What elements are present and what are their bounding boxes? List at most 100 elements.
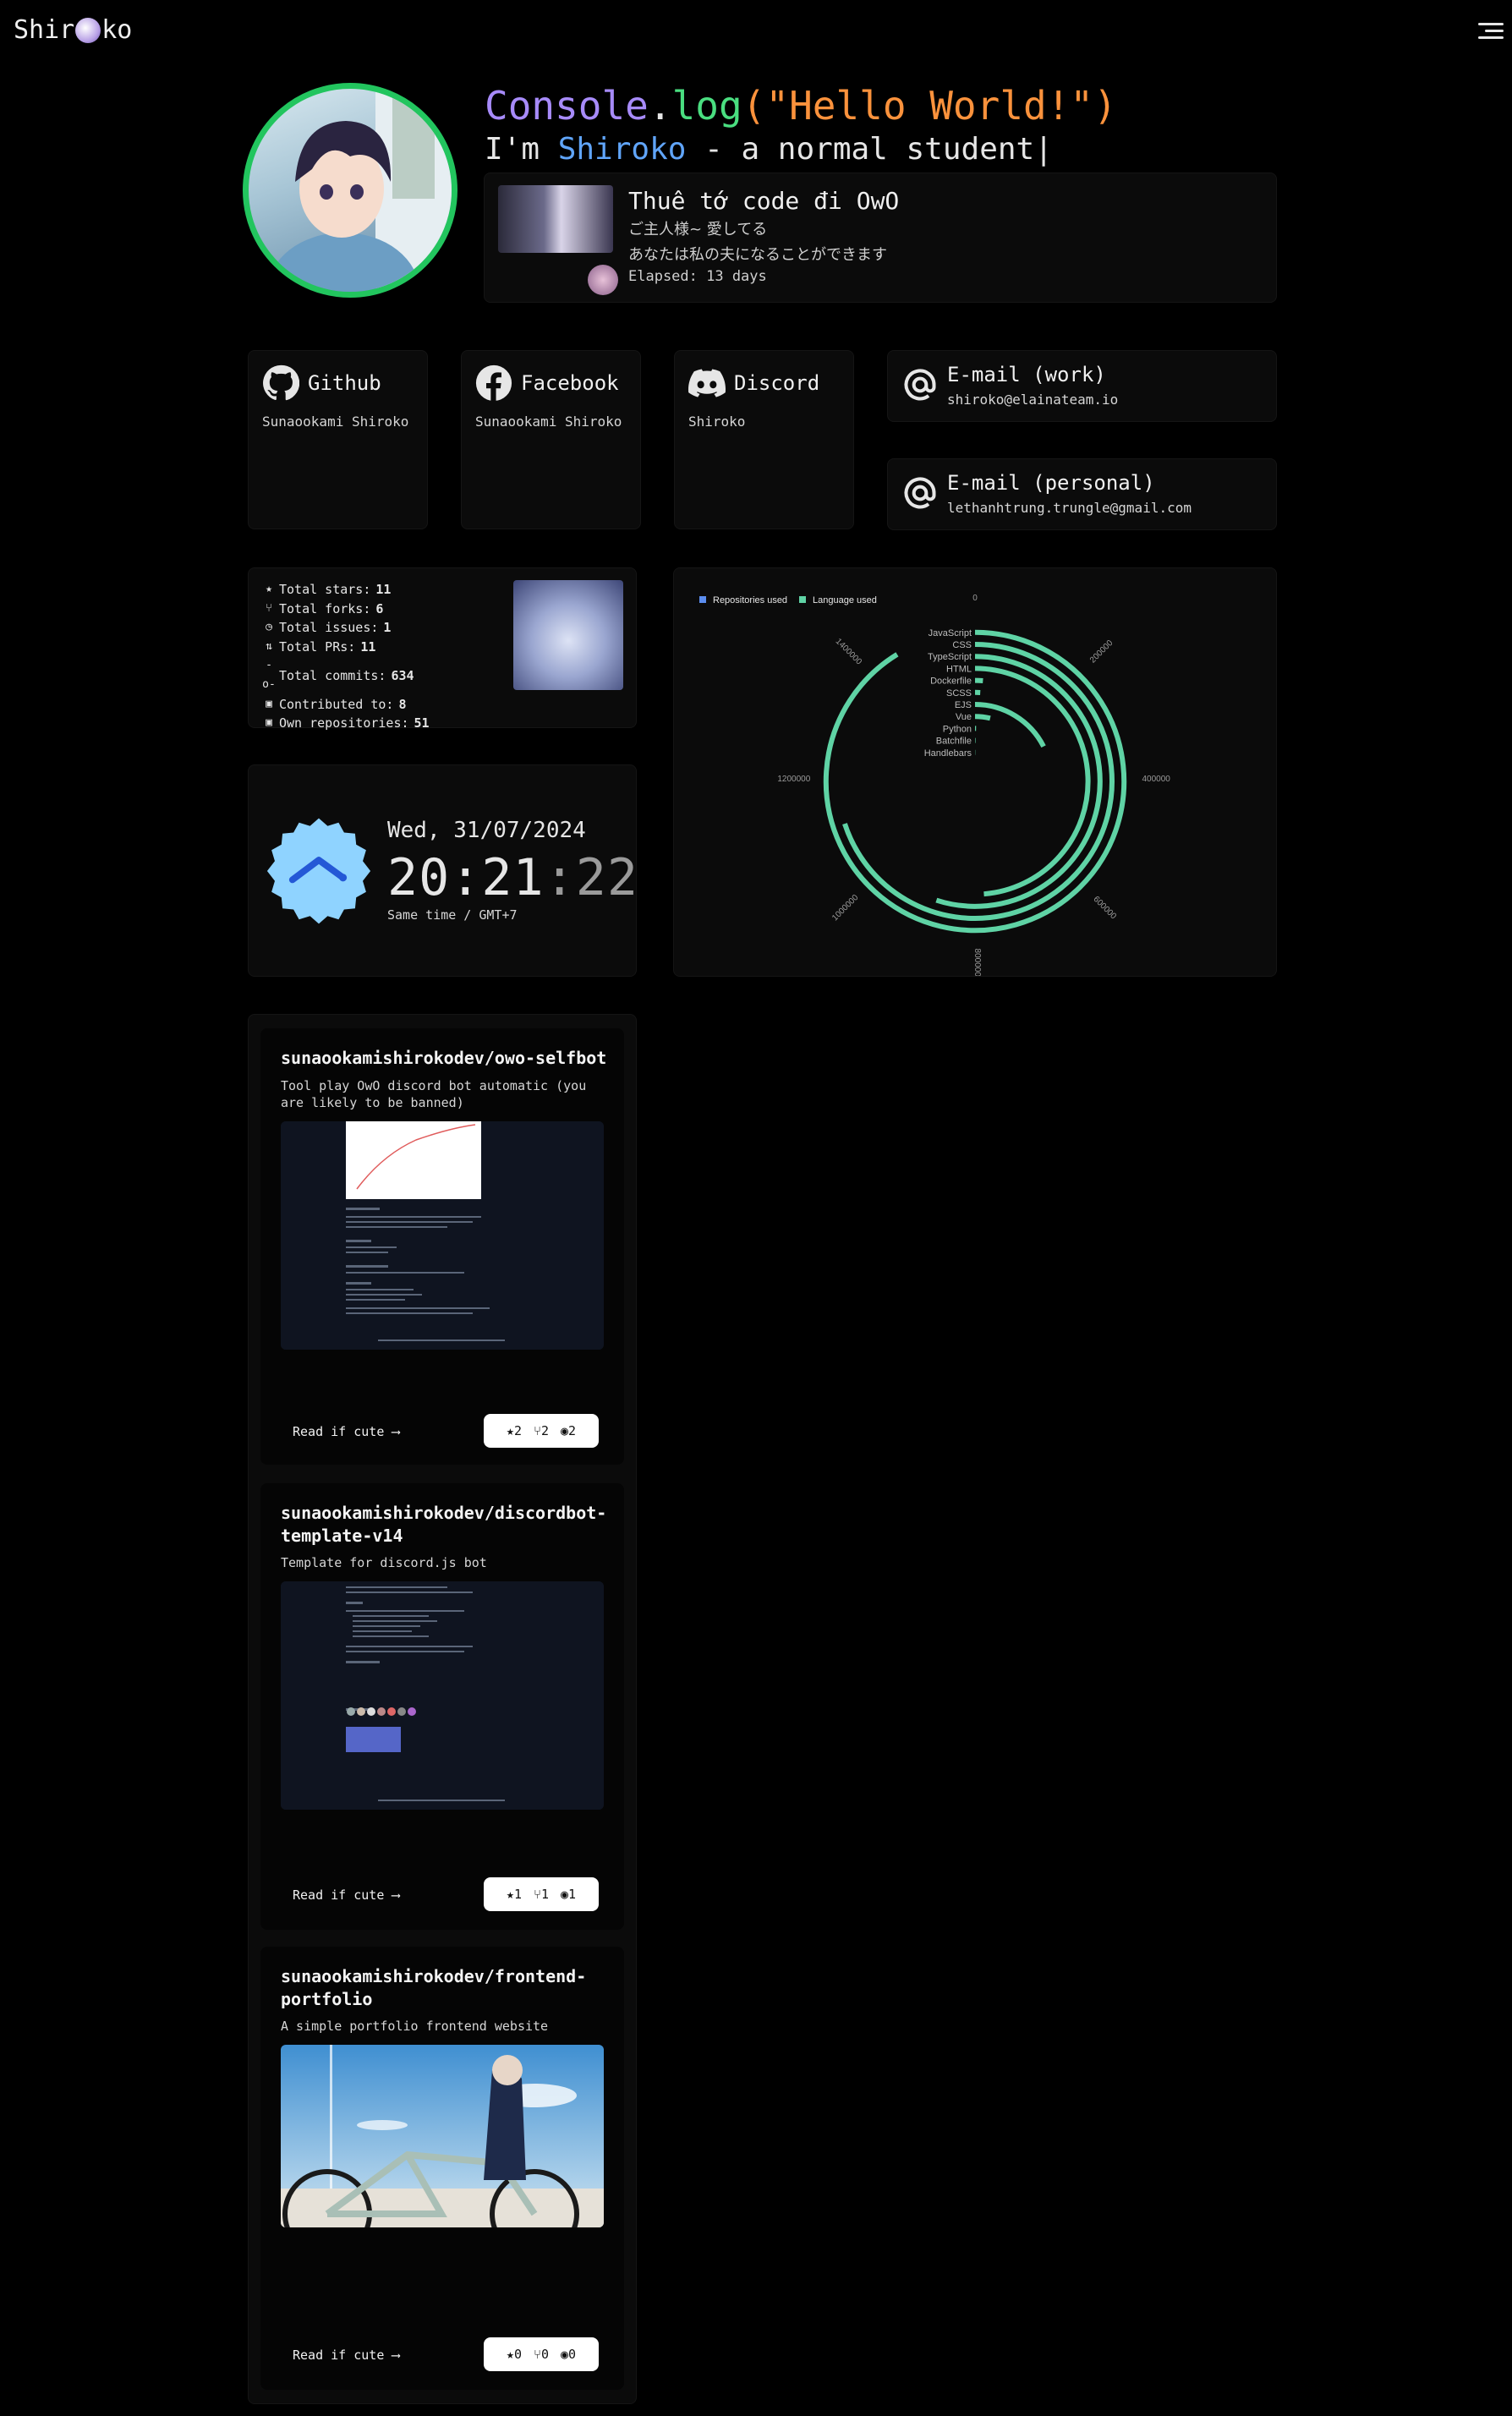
activity-line1: ご主人様~ 愛してる	[628, 221, 768, 238]
stat-value: 11	[375, 582, 392, 597]
menu-icon[interactable]	[1478, 19, 1504, 44]
bar-css	[842, 642, 1115, 921]
stat-commits: -o- Total commits: 634	[262, 656, 430, 694]
activity-title: Thuê tớ code đi OwO	[628, 187, 900, 215]
social-card-github[interactable]: Github Sunaookami Shiroko	[248, 350, 428, 529]
repo-counts: ★0 ⑂0 ◉0	[484, 2337, 599, 2371]
repo-icon: ▣	[266, 716, 272, 730]
profile-avatar	[243, 83, 457, 298]
stat-value: 11	[360, 638, 376, 655]
email-work-address: shiroko@elainateam.io	[947, 392, 1119, 408]
repo-counts: ★2 ⑂2 ◉2	[484, 1414, 599, 1448]
category-label: JavaScript	[929, 628, 972, 638]
repo-stars: 0	[513, 2347, 522, 2362]
email-personal-card[interactable]: E-mail (personal) lethanhtrung.trungle@g…	[887, 458, 1277, 530]
axis-tick-label: 600000	[1092, 895, 1119, 922]
activity-thumbnail	[498, 185, 613, 253]
language-radial-chart: Repositories used Language used 0 200000 4…	[699, 594, 1171, 977]
language-chart-card: Repositories used Language used 0 200000 4…	[673, 567, 1277, 977]
stat-own-repos: ▣ Own repositories: 51	[262, 714, 430, 733]
clock-hours: 20	[387, 848, 451, 907]
category-label: EJS	[955, 700, 972, 710]
intro-name: Shiroko	[557, 132, 687, 167]
clock-minutes: 21	[481, 848, 545, 907]
activity-card: Thuê tớ code đi OwO ご主人様~ 愛してる あなたは私の夫にな…	[484, 173, 1277, 303]
bar-javascript	[823, 629, 1127, 934]
discord-title: Discord	[734, 371, 820, 395]
email-work-card[interactable]: E-mail (work) shiroko@elainateam.io	[887, 350, 1277, 422]
repo-card[interactable]: sunaookamishirokodev/owo-selfbot Tool pl…	[260, 1028, 624, 1465]
repo-icon: ▣	[266, 697, 272, 710]
clock-sep: :	[544, 848, 576, 907]
clock-sep: :	[450, 848, 482, 907]
hero-intro: I'm Shiroko - a normal student|	[485, 132, 1053, 167]
axis-tick-label: 1400000	[834, 637, 864, 667]
repo-name[interactable]: sunaookamishirokodev/frontend-portfolio	[281, 1965, 611, 2011]
repo-forks: 1	[540, 1887, 550, 1902]
eye-icon: ◉1	[561, 1887, 577, 1902]
eye-icon: ◉0	[561, 2347, 577, 2362]
clock-card: Wed, 31/07/2024 20:21:22 Same time / GMT…	[248, 764, 638, 977]
pr-icon: ⇅	[266, 639, 272, 653]
activity-small-avatar	[588, 265, 618, 295]
read-more-link[interactable]: Read if cute ⟶	[293, 1424, 399, 1439]
clock-time: 20:21:22	[387, 848, 638, 907]
repo-card[interactable]: sunaookamishirokodev/frontend-portfolio …	[260, 1947, 624, 2390]
repo-preview-image	[281, 1581, 604, 1810]
stat-value: 634	[391, 667, 414, 683]
star-icon: ★0	[506, 2347, 522, 2362]
category-label: SCSS	[946, 688, 972, 699]
repo-preview-image	[281, 2045, 604, 2227]
github-stats-card: ★ Total stars: 11 ⑂ Total forks: 6 ◷ Total is…	[248, 567, 637, 731]
repo-name[interactable]: sunaookamishirokodev/owo-selfbot	[281, 1047, 611, 1070]
repo-name[interactable]: sunaookamishirokodev/discordbot-template…	[281, 1502, 611, 1548]
discord-username: Shiroko	[688, 414, 746, 430]
email-personal-address: lethanhtrung.trungle@gmail.com	[947, 500, 1192, 516]
at-icon	[904, 477, 936, 509]
site-logo[interactable]: Shir ko	[14, 15, 132, 45]
discord-icon	[688, 369, 726, 397]
stat-label: Total forks:	[279, 600, 371, 616]
axis-tick-label: 400000	[1142, 775, 1171, 784]
stat-forks: ⑂ Total forks: 6	[262, 600, 430, 619]
stat-prs: ⇅ Total PRs: 11	[262, 638, 430, 657]
repo-card[interactable]: sunaookamishirokodev/discordbot-template…	[260, 1483, 624, 1930]
category-label: HTML	[946, 664, 972, 674]
clock-date: Wed, 31/07/2024	[387, 818, 586, 843]
category-label: Python	[943, 724, 972, 734]
stat-value: 6	[375, 600, 384, 616]
axis-tick-label: 200000	[1088, 638, 1115, 666]
fork-icon: ⑂0	[533, 2347, 550, 2362]
stat-issues: ◷ Total issues: 1	[262, 618, 430, 638]
commit-icon: -o-	[262, 659, 276, 691]
star-icon: ★	[266, 583, 272, 595]
clock-timezone: Same time / GMT+7	[387, 907, 518, 923]
social-card-discord[interactable]: Discord Shiroko	[674, 350, 854, 529]
activity-line2: あなたは私の夫になることができます	[628, 246, 887, 264]
axis-tick-label: 800000	[972, 949, 982, 976]
brand-text-left: Shir	[14, 15, 75, 45]
fork-icon: ⑂	[266, 601, 272, 615]
repo-preview-image	[281, 1121, 604, 1350]
axis-tick-label: 1000000	[830, 893, 861, 923]
stat-stars: ★ Total stars: 11	[262, 580, 430, 600]
repo-stars: 2	[513, 1423, 522, 1438]
social-card-facebook[interactable]: Facebook Sunaookami Shiroko	[461, 350, 641, 529]
hero-console-line: Console.log("Hello World!")	[485, 83, 1117, 129]
code-string: "Hello World!"	[765, 83, 1094, 129]
star-icon: ★1	[506, 1887, 522, 1902]
axis-tick-label: 0	[972, 594, 978, 603]
repos-card: sunaookamishirokodev/owo-selfbot Tool pl…	[248, 1014, 637, 2404]
legend-swatch-langs	[799, 596, 806, 603]
read-more-link[interactable]: Read if cute ⟶	[293, 2348, 399, 2363]
stat-label: Total PRs:	[279, 638, 356, 655]
category-label: Batchfile	[936, 737, 972, 747]
brand-text-right: ko	[101, 15, 133, 45]
activity-elapsed: Elapsed: 13 days	[628, 268, 767, 285]
category-label: Vue	[956, 712, 972, 722]
repo-counts: ★1 ⑂1 ◉1	[484, 1877, 599, 1911]
issue-icon: ◷	[266, 621, 272, 634]
repo-forks: 2	[540, 1423, 550, 1438]
read-more-link[interactable]: Read if cute ⟶	[293, 1887, 399, 1903]
fork-icon: ⑂2	[533, 1423, 550, 1438]
